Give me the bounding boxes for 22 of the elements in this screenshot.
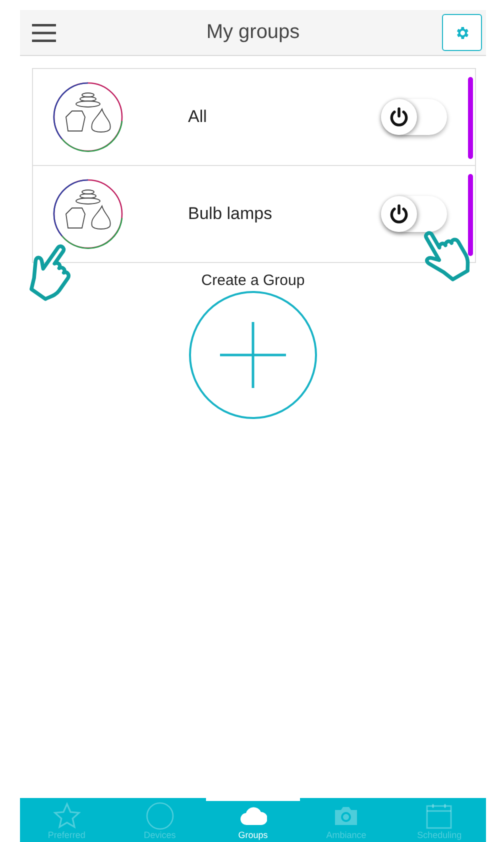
power-toggle[interactable] [381, 99, 447, 135]
nav-tab[interactable]: Groups [206, 798, 300, 842]
group-name: Bulb lamps [188, 204, 274, 224]
plus-icon [220, 322, 286, 388]
nav-tab[interactable]: Scheduling [392, 798, 486, 842]
menu-icon[interactable] [30, 22, 58, 44]
group-card[interactable]: All [33, 69, 475, 166]
nav-tab[interactable]: Devices [113, 798, 206, 842]
create-group-label: Create a Group [201, 272, 305, 289]
nav-tab[interactable]: Preferred [20, 798, 114, 842]
lamps-icon [52, 81, 124, 153]
page-title: My groups [206, 21, 300, 44]
lamps-icon [52, 178, 124, 250]
star-icon [52, 802, 81, 830]
power-icon [388, 106, 410, 128]
power-toggle[interactable] [381, 196, 447, 232]
power-icon [388, 203, 410, 225]
circle-icon [146, 802, 174, 830]
settings-icon [454, 24, 470, 40]
group-name: All [188, 107, 208, 127]
nav-tab[interactable]: Ambiance [300, 798, 393, 842]
calendar-icon [425, 802, 454, 830]
